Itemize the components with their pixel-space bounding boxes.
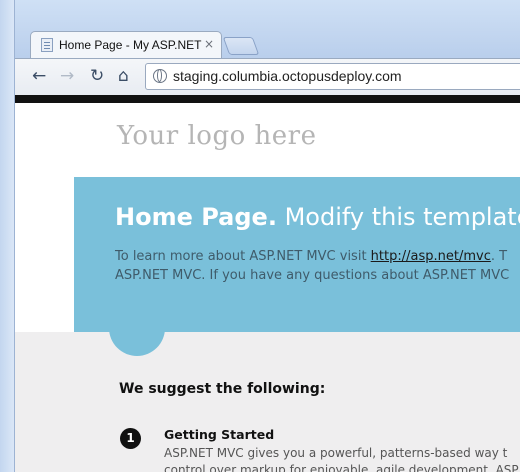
intro-line-2: ASP.NET MVC. If you have any questions a… [115,268,510,283]
headline-rest: Modify this template to [284,203,520,231]
back-arrow-icon[interactable]: ← [32,67,46,85]
reload-icon[interactable]: ↻ [90,67,104,85]
intro-suffix: . T [490,249,508,264]
intro-text: To learn more about ASP.NET MVC visit ht… [115,247,509,285]
intro-prefix: To learn more about ASP.NET MVC visit [115,249,371,264]
forward-arrow-icon[interactable]: → [60,67,74,85]
browser-toolbar: ← → ↻ ⌂ staging.columbia.octopusdeploy.c… [15,58,520,95]
step-line-1: ASP.NET MVC gives you a powerful, patter… [164,446,508,460]
window-edge [0,0,15,472]
page-title: Home Page. Modify this template to [115,203,520,231]
step-line-2: control over markup for enjoyable, agile… [164,463,519,472]
featured-banner: Home Page. Modify this template to To le… [74,177,520,332]
globe-icon [153,69,167,83]
home-icon[interactable]: ⌂ [118,67,129,85]
site-top-bar [15,95,520,103]
step-title: Getting Started [164,427,275,442]
asp-net-mvc-link[interactable]: http://asp.net/mvc [371,249,491,264]
page-favicon-icon [41,38,53,52]
headline-bold: Home Page. [115,203,277,231]
page-viewport: Your logo here Home Page. Modify this te… [15,95,520,472]
suggest-heading: We suggest the following: [119,381,326,397]
tab-title: Home Page - My ASP.NET [59,38,202,52]
step-number-badge: 1 [120,428,141,449]
tab-close-icon[interactable]: × [204,37,214,51]
address-bar[interactable]: staging.columbia.octopusdeploy.com [145,63,520,90]
browser-tab[interactable]: Home Page - My ASP.NET × [30,31,222,58]
site-logo[interactable]: Your logo here [117,121,316,151]
new-tab-button[interactable] [222,37,260,55]
step-description: ASP.NET MVC gives you a powerful, patter… [164,445,519,472]
url-text[interactable]: staging.columbia.octopusdeploy.com [173,68,402,84]
